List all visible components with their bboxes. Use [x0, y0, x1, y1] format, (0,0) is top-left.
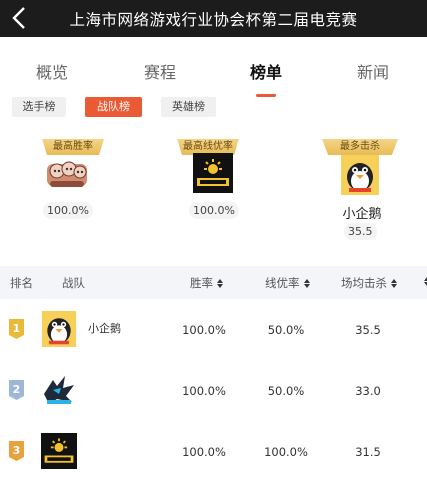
tab-schedule[interactable]: 赛程: [130, 59, 190, 83]
active-tab-indicator: [256, 94, 276, 97]
header-kills: 场均击杀: [341, 276, 387, 290]
kills-cell: 31.5: [355, 445, 381, 459]
table-row[interactable]: 1 小企鹅 100.0% 50.0% 35.5: [0, 299, 427, 359]
subtab-teams[interactable]: 战队榜: [85, 97, 142, 117]
header-more-sort-icon: [420, 274, 427, 288]
rank-number: 1: [13, 322, 21, 335]
rank-number: 3: [13, 444, 21, 457]
header-kills-sort[interactable]: 场均击杀: [341, 275, 397, 291]
page-title: 上海市网络游戏行业协会杯第二届电竞赛: [69, 11, 358, 29]
kills-cell: 35.5: [355, 323, 381, 337]
header-lane-rate: 线优率: [265, 276, 300, 290]
tab-rankings[interactable]: 榜单: [236, 59, 296, 83]
rank-number: 2: [13, 383, 21, 396]
lane-rate-cell: 50.0%: [267, 384, 305, 398]
highlight-win-rate-value: 100.0%: [43, 202, 93, 219]
sort-icon: [391, 279, 397, 288]
highlight-ribbon-kills: 最多击杀: [322, 139, 398, 155]
sort-icon: [217, 279, 223, 288]
sunlight-team-logo: [193, 153, 233, 193]
tab-news[interactable]: 新闻: [343, 59, 403, 83]
header-win-rate-sort[interactable]: 胜率: [190, 275, 223, 291]
win-rate-cell: 100.0%: [182, 323, 226, 337]
table-header: 排名 战队 胜率 线优率 场均击杀: [0, 266, 427, 299]
highlight-lane-rate-value: 100.0%: [189, 202, 239, 219]
highlight-kills-value: 35.5: [344, 223, 377, 240]
win-rate-cell: 100.0%: [182, 445, 226, 459]
kills-cell: 33.0: [355, 384, 381, 398]
team-name: 小企鹅: [88, 322, 121, 335]
header-team: 战队: [62, 276, 85, 290]
team-mascot-group-icon: [47, 161, 87, 187]
header-win-rate: 胜率: [190, 276, 213, 290]
penguin-team-logo: [341, 155, 379, 195]
lane-rate-cell: 100.0%: [264, 445, 308, 459]
highlight-kills-team: 小企鹅: [342, 207, 382, 222]
sunlight-team-logo: [41, 433, 77, 469]
tab-overview[interactable]: 概览: [22, 59, 82, 83]
lane-rate-cell: 50.0%: [267, 323, 305, 337]
highlight-ribbon-win-rate: 最高胜率: [42, 139, 104, 155]
table-row[interactable]: 2 100.0% 50.0% 33.0: [0, 360, 427, 420]
sort-icon: [303, 279, 310, 288]
rank-badge-silver-icon: 2: [9, 380, 24, 400]
table-row[interactable]: 3 100.0% 100.0% 31.5: [0, 421, 427, 481]
top-bar: 上海市网络游戏行业协会杯第二届电竞赛: [0, 0, 427, 37]
header-rank: 排名: [10, 276, 33, 290]
subtab-players[interactable]: 选手榜: [12, 97, 66, 117]
penguin-team-logo: [41, 311, 77, 347]
win-rate-cell: 100.0%: [182, 384, 226, 398]
shark-team-logo: [41, 372, 77, 408]
subtab-heroes[interactable]: 英雄榜: [161, 97, 216, 117]
header-lane-rate-sort[interactable]: 线优率: [265, 275, 310, 291]
rank-badge-bronze-icon: 3: [9, 441, 24, 461]
main-tabs: 概览 赛程 榜单 新闻: [0, 50, 427, 100]
rank-badge-gold-icon: 1: [9, 319, 24, 339]
